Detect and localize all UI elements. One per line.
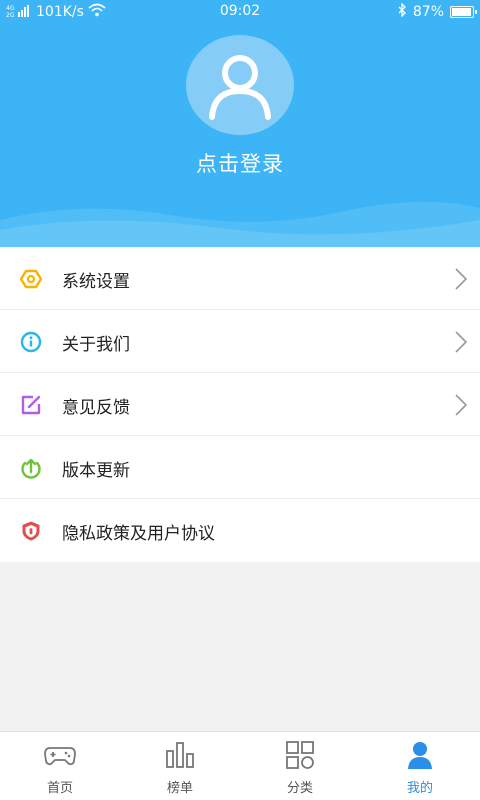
profile-header: 4G 2G 101K/s 09:02 87% 点击登录 xyxy=(0,0,480,247)
tab-categories[interactable]: 分类 xyxy=(240,732,360,800)
header-wave xyxy=(0,201,480,247)
update-upload-icon xyxy=(21,458,41,479)
tab-rankings[interactable]: 榜单 xyxy=(120,732,240,800)
bar-chart-icon xyxy=(166,742,194,768)
battery-fill xyxy=(452,8,472,16)
menu-label: 关于我们 xyxy=(62,335,130,355)
nav-label: 我的 xyxy=(406,781,433,796)
chevron-right-icon xyxy=(455,394,468,416)
menu-item-system-settings[interactable]: 系统设置 xyxy=(0,247,480,310)
bluetooth-icon xyxy=(397,2,407,21)
menu-item-about-us[interactable]: 关于我们 xyxy=(0,310,480,373)
feedback-edit-icon xyxy=(21,395,41,415)
nav-label: 首页 xyxy=(46,781,73,796)
login-link[interactable]: 点击登录 xyxy=(0,148,480,178)
avatar[interactable] xyxy=(186,35,294,135)
status-right: 87% xyxy=(397,2,477,21)
battery-icon xyxy=(450,6,477,18)
info-icon xyxy=(20,331,42,353)
privacy-shield-icon xyxy=(22,521,40,541)
tab-home[interactable]: 首页 xyxy=(0,732,120,800)
menu-label: 系统设置 xyxy=(62,272,130,292)
user-avatar-icon xyxy=(209,55,271,120)
person-icon xyxy=(408,742,432,769)
chevron-right-icon xyxy=(455,268,468,290)
menu-label: 意见反馈 xyxy=(62,398,130,418)
menu-item-version-update[interactable]: 版本更新 xyxy=(0,436,480,499)
gamepad-icon xyxy=(44,747,76,766)
grid-icon xyxy=(286,741,314,769)
settings-hexagon-icon xyxy=(20,269,42,289)
tab-mine[interactable]: 我的 xyxy=(360,732,480,800)
status-bar: 4G 2G 101K/s 09:02 87% xyxy=(0,0,480,24)
nav-label: 分类 xyxy=(286,781,313,796)
battery-percent: 87% xyxy=(412,4,444,20)
chevron-right-icon xyxy=(455,331,468,353)
menu-label: 版本更新 xyxy=(62,461,130,481)
menu-item-feedback[interactable]: 意见反馈 xyxy=(0,373,480,436)
settings-menu: 系统设置 关于我们 意见反馈 版本更新 隐私政策及用户协议 xyxy=(0,247,480,562)
bottom-nav: 首页 榜单 分类 我的 xyxy=(0,731,480,800)
nav-label: 榜单 xyxy=(166,781,193,796)
menu-item-privacy-policy[interactable]: 隐私政策及用户协议 xyxy=(0,499,480,562)
menu-label: 隐私政策及用户协议 xyxy=(62,524,215,544)
